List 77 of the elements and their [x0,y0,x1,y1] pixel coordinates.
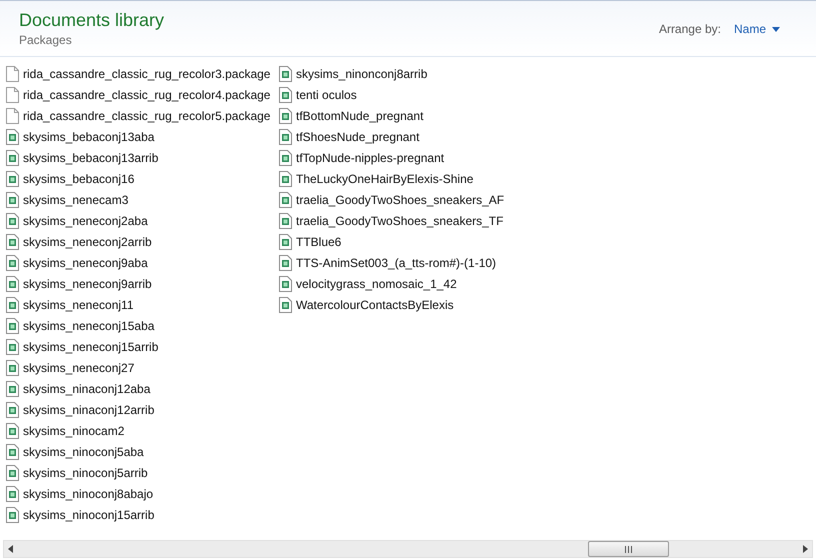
package-file-icon [6,150,19,166]
file-name[interactable]: rida_cassandre_classic_rug_recolor4.package [23,88,270,102]
package-file-icon [279,234,292,250]
file-name[interactable]: skysims_neneconj15aba [23,318,154,332]
file-name[interactable]: TTS-AnimSet003_(a_tts-rom#)-(1-10) [296,256,496,270]
package-file-icon [6,276,19,292]
file-name[interactable]: skysims_ninaconj12aba [23,382,150,396]
scroll-left-icon [8,545,13,553]
file-name[interactable]: skysims_neneconj2aba [23,214,148,228]
package-file-icon [279,108,292,124]
file-name[interactable]: skysims_ninoconj5arrib [23,466,148,480]
package-file-icon [6,444,19,460]
scrollbar-thumb[interactable] [588,541,669,557]
scroll-right-icon [803,545,808,553]
file-name[interactable]: rida_cassandre_classic_rug_recolor3.package [23,66,270,80]
file-name[interactable]: TheLuckyOneHairByElexis-Shine [296,172,474,186]
blank-file-icon [6,108,19,124]
package-file-icon [6,170,19,186]
blank-file-icon [6,86,19,102]
package-file-icon [279,170,292,186]
package-file-icon [6,422,19,438]
file-name[interactable]: skysims_neneconj9arrib [23,276,152,290]
file-name[interactable]: skysims_neneconj15arrib [23,340,158,354]
package-file-icon [6,360,19,376]
package-file-icon [6,380,19,396]
package-file-icon [6,318,19,334]
package-file-icon [279,212,292,228]
file-name[interactable]: rida_cassandre_classic_rug_recolor5.package [23,108,270,122]
library-title: Documents library [19,9,164,31]
file-name[interactable]: velocitygrass_nomosaic_1_42 [296,276,457,290]
package-file-icon [279,86,292,102]
file-name[interactable]: skysims_ninonconj8arrib [296,66,428,80]
caret-icon [772,26,780,32]
package-file-icon [6,464,19,480]
file-name[interactable]: skysims_bebaconj16 [23,172,134,186]
file-name[interactable]: traelia_GoodyTwoShoes_sneakers_TF [296,214,504,228]
package-file-icon [6,338,19,354]
package-file-icon [279,254,292,270]
file-name[interactable]: skysims_bebaconj13arrib [23,150,158,164]
file-name[interactable]: skysims_ninaconj12arrib [23,402,154,416]
file-name[interactable]: tfBottomNude_pregnant [296,108,424,122]
file-name[interactable]: tfShoesNude_pregnant [296,130,420,144]
package-file-icon [279,150,292,166]
file-name[interactable]: tenti oculos [296,88,357,102]
package-file-icon [279,192,292,208]
blank-file-icon [6,66,19,82]
file-name[interactable]: skysims_neneconj11 [23,298,134,312]
arrange-dropdown[interactable]: Name [734,22,780,36]
file-name[interactable]: skysims_ninocam2 [23,424,124,438]
package-file-icon [279,66,292,82]
file-name[interactable]: WatercolourContactsByElexis [296,298,454,312]
file-name[interactable]: skysims_ninoconj8abajo [23,486,154,500]
file-name[interactable]: skysims_bebaconj13aba [23,130,154,144]
package-file-icon [6,486,19,502]
package-file-icon [6,506,19,522]
package-file-icon [279,128,292,144]
file-name[interactable]: skysims_ninoconj15arrib [23,508,154,522]
file-name[interactable]: traelia_GoodyTwoShoes_sneakers_AF [296,192,504,206]
package-file-icon [6,128,19,144]
package-file-icon [6,402,19,418]
file-name[interactable]: TTBlue6 [296,234,342,248]
package-file-icon [6,296,19,312]
file-name[interactable]: skysims_neneconj9aba [23,256,148,270]
package-file-icon [6,192,19,208]
folder-subtitle: Packages [19,33,73,47]
arrange-label: Arrange by: [658,22,721,36]
package-file-icon [6,254,19,270]
package-file-icon [6,212,19,228]
file-name[interactable]: skysims_nenecam3 [23,192,128,206]
file-name[interactable]: skysims_neneconj27 [23,360,134,374]
file-name[interactable]: tfTopNude-nipples-pregnant [296,150,444,164]
file-name[interactable]: skysims_neneconj2arrib [23,234,152,248]
package-file-icon [279,276,292,292]
package-file-icon [6,234,19,250]
package-file-icon [279,296,292,312]
grip-icon [625,546,632,552]
file-name[interactable]: skysims_ninoconj5aba [23,444,144,458]
